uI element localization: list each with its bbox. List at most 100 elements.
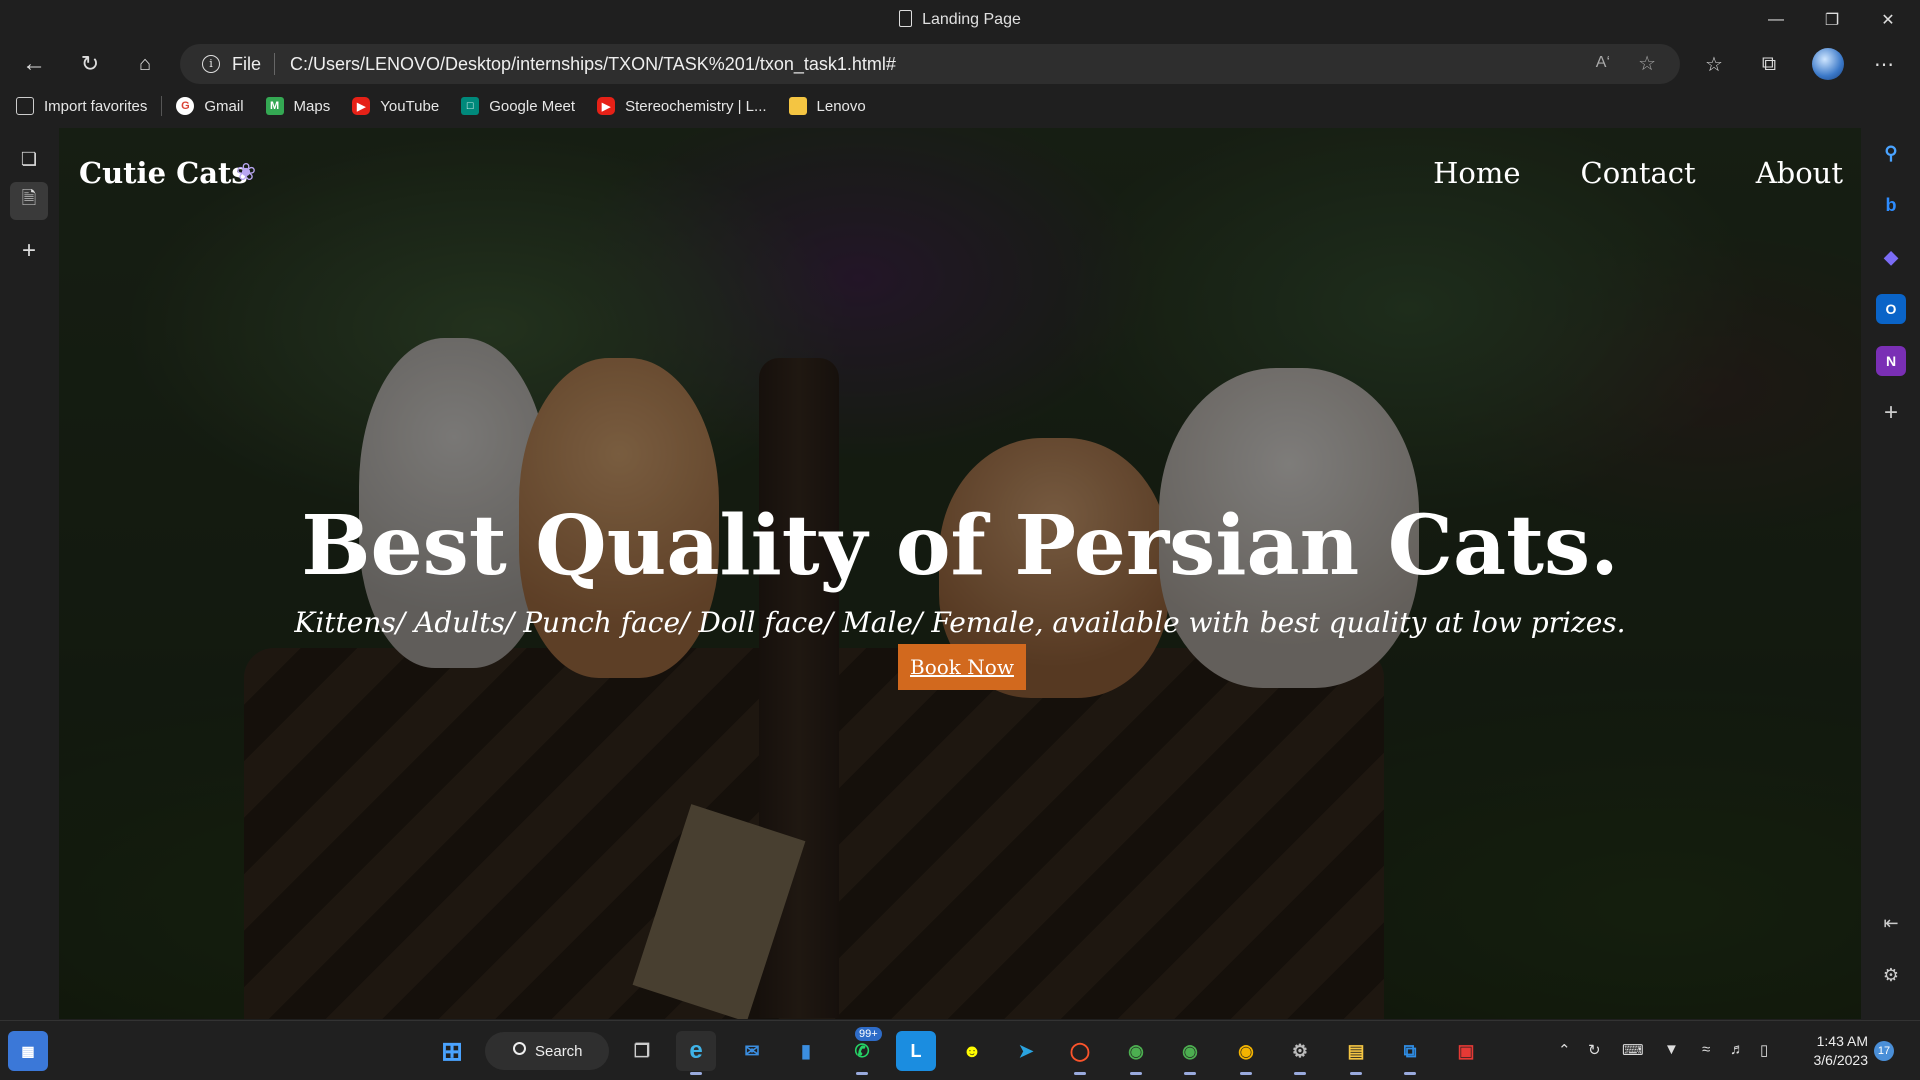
hero-title: Best Quality of Persian Cats. bbox=[301, 498, 1619, 594]
browser-sidebar: ⚲ b ◆ O N + ⇤ ⚙ bbox=[1862, 128, 1920, 1018]
profile-avatar[interactable] bbox=[1812, 48, 1844, 80]
snapchat-icon[interactable]: ☻ bbox=[952, 1031, 992, 1071]
youtube-icon: ▶ bbox=[352, 97, 371, 115]
vscode-icon[interactable]: ⧉ bbox=[1390, 1031, 1430, 1075]
app-red-icon[interactable]: ▣ bbox=[1446, 1031, 1486, 1071]
microphone-icon[interactable]: ▼ bbox=[1664, 1041, 1679, 1058]
clock[interactable]: 1:43 AM 3/6/2023 bbox=[1800, 1032, 1869, 1070]
favorite-google-meet[interactable]: □ Google Meet bbox=[461, 97, 575, 115]
settings-icon[interactable]: ⚙ bbox=[1280, 1031, 1320, 1075]
favorite-import[interactable]: Import favorites bbox=[16, 97, 147, 115]
favorite-maps[interactable]: M Maps bbox=[265, 97, 331, 115]
tab-actions-icon[interactable]: ❏ bbox=[10, 140, 48, 178]
favorite-stereochemistry[interactable]: ▶ Stereochemistry | L... bbox=[597, 97, 767, 115]
volume-icon[interactable]: ♬ bbox=[1730, 1041, 1745, 1058]
maps-icon: M bbox=[265, 97, 284, 115]
new-tab-button[interactable]: + bbox=[10, 232, 48, 270]
keyboard-icon[interactable]: ⌨ bbox=[1622, 1041, 1644, 1059]
site-brand[interactable]: Cutie Cats bbox=[79, 156, 248, 190]
close-button[interactable]: ✕ bbox=[1860, 0, 1916, 40]
window-title-text: Landing Page bbox=[922, 11, 1021, 28]
scheme-label: File bbox=[232, 54, 262, 74]
favorites-bar: Import favorites G Gmail M Maps ▶ YouTube □… bbox=[0, 88, 1920, 124]
add-favorite-icon[interactable]: ☆ bbox=[1638, 51, 1656, 76]
favorite-gmail[interactable]: G Gmail bbox=[176, 97, 244, 115]
hero-subtitle: Kittens/ Adults/ Punch face/ Doll face/ … bbox=[294, 606, 1626, 639]
nav-home-link[interactable]: Home bbox=[1433, 156, 1520, 190]
favorite-lenovo[interactable]: Lenovo bbox=[788, 97, 866, 115]
web-page: Cutie Cats ❀ Home Contact About Best Qua… bbox=[59, 128, 1861, 1019]
site-nav: Home Contact About bbox=[1433, 156, 1843, 190]
home-button[interactable]: ⌂ bbox=[127, 46, 163, 82]
info-icon[interactable]: i bbox=[202, 55, 220, 73]
favorite-label: Google Meet bbox=[489, 97, 576, 115]
vertical-tabs-strip: ❏ 🗎 + bbox=[0, 128, 58, 1018]
nav-contact-link[interactable]: Contact bbox=[1581, 156, 1696, 190]
search-label: Search bbox=[535, 1042, 583, 1060]
url-text[interactable]: C:/Users/LENOVO/Desktop/internships/TXON… bbox=[290, 54, 896, 75]
taskbar: ▦ ⊞ Search ❐ e ✉ ▮ ✆ 99+ L ☻ ➤ ◯ ◉ ◉ ◉ ⚙… bbox=[0, 1020, 1920, 1080]
address-bar[interactable]: i File C:/Users/LENOVO/Desktop/internshi… bbox=[180, 44, 1680, 84]
refresh-button[interactable]: ↻ bbox=[72, 46, 108, 82]
chrome-icon[interactable]: ◉ bbox=[1116, 1031, 1156, 1075]
folder-icon bbox=[788, 97, 807, 115]
tray-overflow-icon[interactable]: ⌃ bbox=[1558, 1041, 1571, 1059]
battery-icon[interactable]: ▯ bbox=[1760, 1041, 1768, 1059]
tab-landing-page[interactable]: 🗎 bbox=[10, 182, 48, 220]
outlook-icon[interactable]: O bbox=[1876, 294, 1906, 324]
read-aloud-icon[interactable]: A‘ bbox=[1596, 54, 1610, 72]
search-icon bbox=[513, 1042, 526, 1055]
meet-icon: □ bbox=[461, 97, 480, 115]
book-now-button[interactable]: Book Now bbox=[898, 644, 1026, 690]
widgets-icon[interactable]: ▦ bbox=[8, 1031, 48, 1071]
taskbar-search[interactable]: Search bbox=[485, 1032, 609, 1070]
favorite-youtube[interactable]: ▶ YouTube bbox=[352, 97, 439, 115]
start-icon[interactable]: ⊞ bbox=[432, 1031, 472, 1071]
brave-icon[interactable]: ◯ bbox=[1060, 1031, 1100, 1075]
document-icon bbox=[899, 10, 913, 27]
restore-button[interactable]: ❐ bbox=[1804, 0, 1860, 40]
clock-time: 1:43 AM bbox=[1816, 1033, 1868, 1049]
youtube-icon: ▶ bbox=[597, 97, 616, 115]
mail-icon[interactable]: ✉ bbox=[732, 1031, 772, 1071]
favorite-label: Maps bbox=[293, 97, 331, 115]
window-titlebar: Landing Page — ❐ ✕ bbox=[0, 0, 1920, 40]
back-button[interactable]: ← bbox=[16, 46, 52, 82]
paw-icon: ❀ bbox=[236, 159, 257, 186]
minimize-button[interactable]: — bbox=[1748, 0, 1804, 40]
file-explorer-icon[interactable]: ▤ bbox=[1336, 1031, 1376, 1075]
sync-icon[interactable]: ↻ bbox=[1588, 1041, 1601, 1059]
favorite-label: Lenovo bbox=[816, 97, 866, 115]
copilot-icon[interactable]: ◆ bbox=[1876, 242, 1906, 272]
search-icon[interactable]: ⚲ bbox=[1876, 138, 1906, 168]
document-icon: 🗎 bbox=[21, 188, 37, 208]
favorite-label: Gmail bbox=[204, 97, 244, 115]
google-icon: G bbox=[176, 97, 195, 115]
collections-icon[interactable]: ⧉ bbox=[1751, 46, 1787, 82]
nav-about-link[interactable]: About bbox=[1756, 156, 1843, 190]
bing-icon[interactable]: b bbox=[1876, 190, 1906, 220]
favorites-icon[interactable]: ☆ bbox=[1696, 46, 1732, 82]
chrome-profile-2-icon[interactable]: ◉ bbox=[1226, 1031, 1266, 1075]
whatsapp-badge: 99+ bbox=[855, 1027, 882, 1041]
task-view-icon[interactable]: ❐ bbox=[622, 1031, 662, 1071]
wifi-icon[interactable]: ≈ bbox=[1702, 1041, 1710, 1058]
linkedin-learning-icon[interactable]: L bbox=[896, 1031, 936, 1071]
telegram-icon[interactable]: ➤ bbox=[1006, 1031, 1046, 1071]
chrome-profile-icon[interactable]: ◉ bbox=[1170, 1031, 1210, 1075]
more-menu-icon[interactable]: ⋯ bbox=[1866, 46, 1902, 82]
clock-date: 3/6/2023 bbox=[1813, 1052, 1869, 1068]
edge-icon[interactable]: e bbox=[676, 1031, 716, 1075]
favorite-label: Import favorites bbox=[44, 97, 148, 115]
settings-gear-icon[interactable]: ⚙ bbox=[1876, 960, 1906, 990]
hide-sidebar-icon[interactable]: ⇤ bbox=[1876, 908, 1906, 938]
favorite-label: YouTube bbox=[380, 97, 440, 115]
favorites-separator bbox=[161, 96, 163, 116]
browser-toolbar: ← ↻ ⌂ i File C:/Users/LENOVO/Desktop/int… bbox=[0, 40, 1920, 88]
notification-count[interactable]: 17 bbox=[1874, 1041, 1894, 1061]
notepad-icon[interactable]: ▮ bbox=[786, 1031, 826, 1071]
onenote-icon[interactable]: N bbox=[1876, 346, 1906, 376]
window-title: Landing Page bbox=[0, 10, 1920, 29]
favorite-label: Stereochemistry | L... bbox=[625, 97, 767, 115]
add-sidebar-app-icon[interactable]: + bbox=[1876, 398, 1906, 428]
